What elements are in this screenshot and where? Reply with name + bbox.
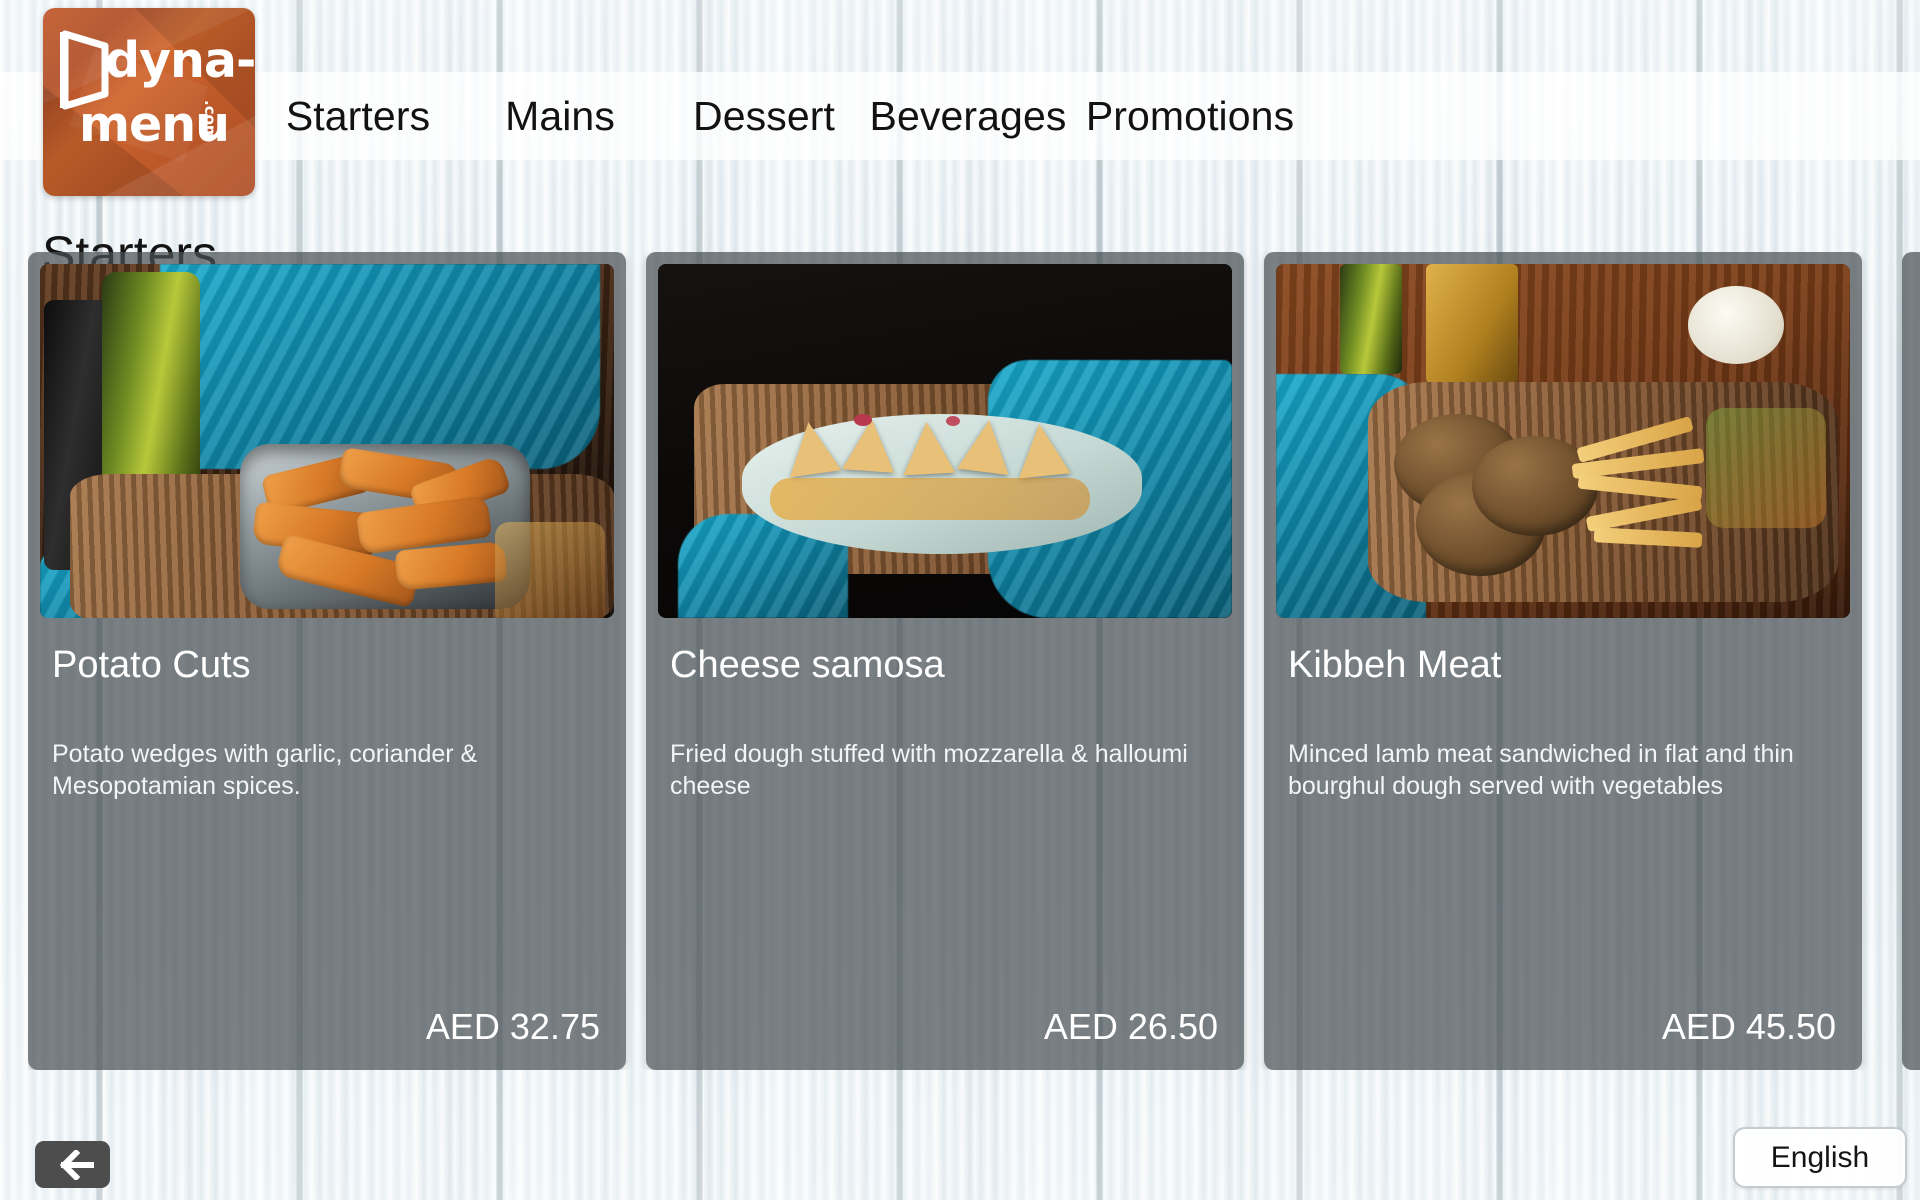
menu-item-card[interactable]: Potato Cuts Potato wedges with garlic, c…: [28, 252, 626, 1070]
logo-word-1: dyna-: [105, 32, 255, 89]
menu-item-price: AED 45.50: [1661, 1006, 1836, 1047]
top-navigation-bar: Starters Mains Dessert Beverages Promoti…: [0, 72, 1920, 160]
potato-cuts-photo: [40, 264, 614, 618]
menu-item-description: Fried dough stuffed with mozzarella & ha…: [670, 740, 1188, 800]
next-card-sliver[interactable]: [1902, 252, 1920, 1070]
menu-item-price: AED 32.75: [425, 1006, 600, 1047]
menu-item-image: [40, 264, 614, 618]
language-label: English: [1770, 1140, 1870, 1174]
menu-item-title: Cheese samosa: [670, 644, 945, 686]
language-button[interactable]: English: [1733, 1127, 1907, 1188]
menu-item-card[interactable]: Cheese samosa Fried dough stuffed with m…: [646, 252, 1244, 1070]
menu-item-image: [1276, 264, 1850, 618]
tab-mains[interactable]: Mains: [458, 93, 662, 140]
back-button[interactable]: [35, 1141, 110, 1188]
tab-dessert[interactable]: Dessert: [662, 93, 866, 140]
menu-item-card[interactable]: Kibbeh Meat Minced lamb meat sandwiched …: [1264, 252, 1862, 1070]
app-logo[interactable]: dyna- menu .com: [43, 8, 255, 196]
nav-tab-list: Starters Mains Dessert Beverages Promoti…: [258, 93, 1310, 140]
menu-item-title: Potato Cuts: [52, 644, 251, 686]
menu-item-price: AED 26.50: [1043, 1006, 1218, 1047]
tab-beverages[interactable]: Beverages: [866, 93, 1070, 140]
cheese-samosa-photo: [658, 264, 1232, 618]
kibbeh-meat-photo: [1276, 264, 1850, 618]
menu-item-image: [658, 264, 1232, 618]
menu-item-list: Potato Cuts Potato wedges with garlic, c…: [28, 252, 1920, 1070]
menu-item-description: Potato wedges with garlic, coriander & M…: [52, 740, 478, 800]
tab-promotions[interactable]: Promotions: [1070, 93, 1310, 140]
tab-starters[interactable]: Starters: [258, 93, 458, 140]
logo-content: dyna- menu .com: [43, 8, 255, 196]
logo-dotcom: .com: [201, 100, 219, 141]
menu-item-description: Minced lamb meat sandwiched in flat and …: [1288, 740, 1794, 800]
arrow-left-icon: [59, 1149, 94, 1180]
menu-item-title: Kibbeh Meat: [1288, 644, 1502, 686]
